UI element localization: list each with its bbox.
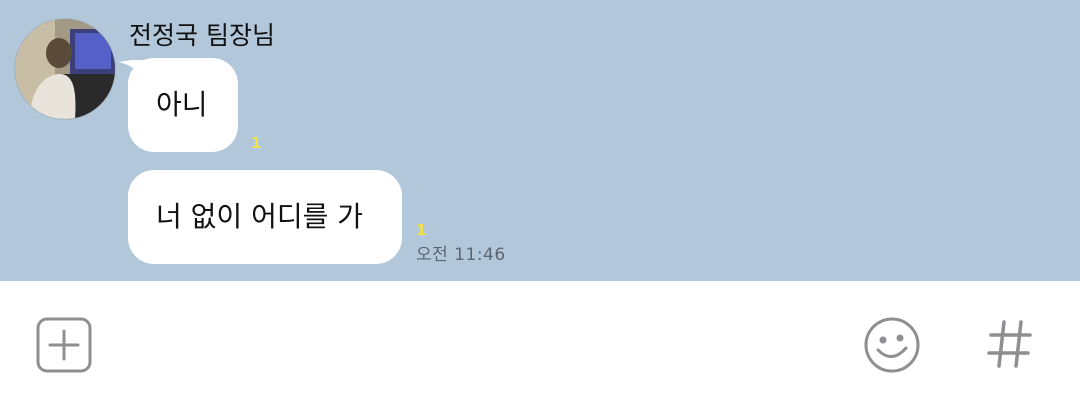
sender-avatar[interactable] — [15, 19, 115, 119]
unread-count: 1 — [416, 221, 427, 239]
message-text: 아니 — [156, 88, 208, 121]
message-text: 너 없이 어디를 가 — [156, 200, 364, 233]
emoji-icon[interactable] — [863, 316, 921, 374]
message-bubble[interactable]: 아니 — [128, 58, 238, 152]
sender-name: 전정국 팀장님 — [129, 21, 275, 50]
message-timestamp: 오전 11:46 — [416, 245, 506, 265]
plus-icon[interactable] — [36, 317, 92, 373]
chat-area: 전정국 팀장님 아니 1 너 없이 어디를 가 1 오전 11:46 — [0, 0, 1080, 281]
avatar-photo — [15, 19, 115, 119]
message-bubble[interactable]: 너 없이 어디를 가 — [128, 170, 402, 264]
unread-count: 1 — [251, 134, 262, 152]
hashtag-icon[interactable] — [986, 318, 1034, 370]
